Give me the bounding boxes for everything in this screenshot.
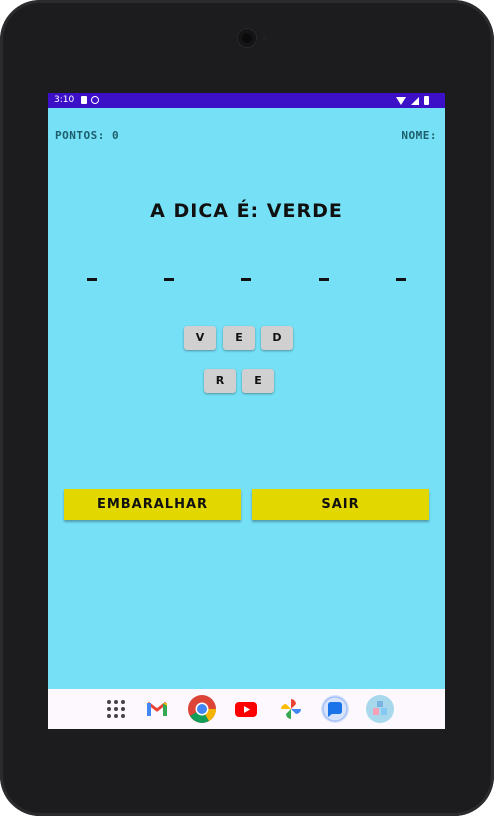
- answer-slot: [396, 278, 406, 281]
- status-time: 3:10: [54, 95, 75, 105]
- sim-icon: [81, 96, 87, 104]
- notification-icon: [91, 96, 99, 104]
- status-bar: 3:10: [48, 93, 445, 108]
- score-label: PONTOS: 0: [55, 129, 120, 142]
- kids-space-icon[interactable]: [365, 694, 395, 724]
- chrome-icon[interactable]: [187, 694, 217, 724]
- hint-text: A DICA É: VERDE: [150, 200, 343, 222]
- messages-icon[interactable]: [320, 694, 350, 724]
- letter-tile[interactable]: V: [184, 326, 216, 350]
- answer-slot: [241, 278, 251, 281]
- letter-tile[interactable]: E: [223, 326, 255, 350]
- battery-icon: [424, 96, 429, 105]
- exit-button[interactable]: SAIR: [252, 489, 429, 520]
- player-name-label: NOME:: [401, 129, 437, 142]
- shuffle-button[interactable]: EMBARALHAR: [64, 489, 241, 520]
- app-screen: 3:10 PONTOS: 0 NOME: A DICA É: VERDE V E…: [48, 93, 445, 729]
- answer-slot: [87, 278, 97, 281]
- answer-slots: [48, 278, 445, 298]
- letter-tile[interactable]: D: [261, 326, 293, 350]
- photos-icon[interactable]: [276, 694, 306, 724]
- letter-tile[interactable]: E: [242, 369, 274, 393]
- youtube-icon[interactable]: [231, 694, 261, 724]
- apps-icon[interactable]: [107, 700, 125, 718]
- answer-slot: [319, 278, 329, 281]
- gmail-icon[interactable]: [142, 694, 172, 724]
- app-dock: [48, 689, 445, 729]
- camera-icon: [238, 29, 256, 47]
- letter-tile[interactable]: R: [204, 369, 236, 393]
- tablet-frame: 3:10 PONTOS: 0 NOME: A DICA É: VERDE V E…: [0, 0, 494, 816]
- wifi-icon: [396, 96, 406, 105]
- sensor-icon: [262, 36, 267, 41]
- answer-slot: [164, 278, 174, 281]
- signal-icon: [411, 96, 419, 105]
